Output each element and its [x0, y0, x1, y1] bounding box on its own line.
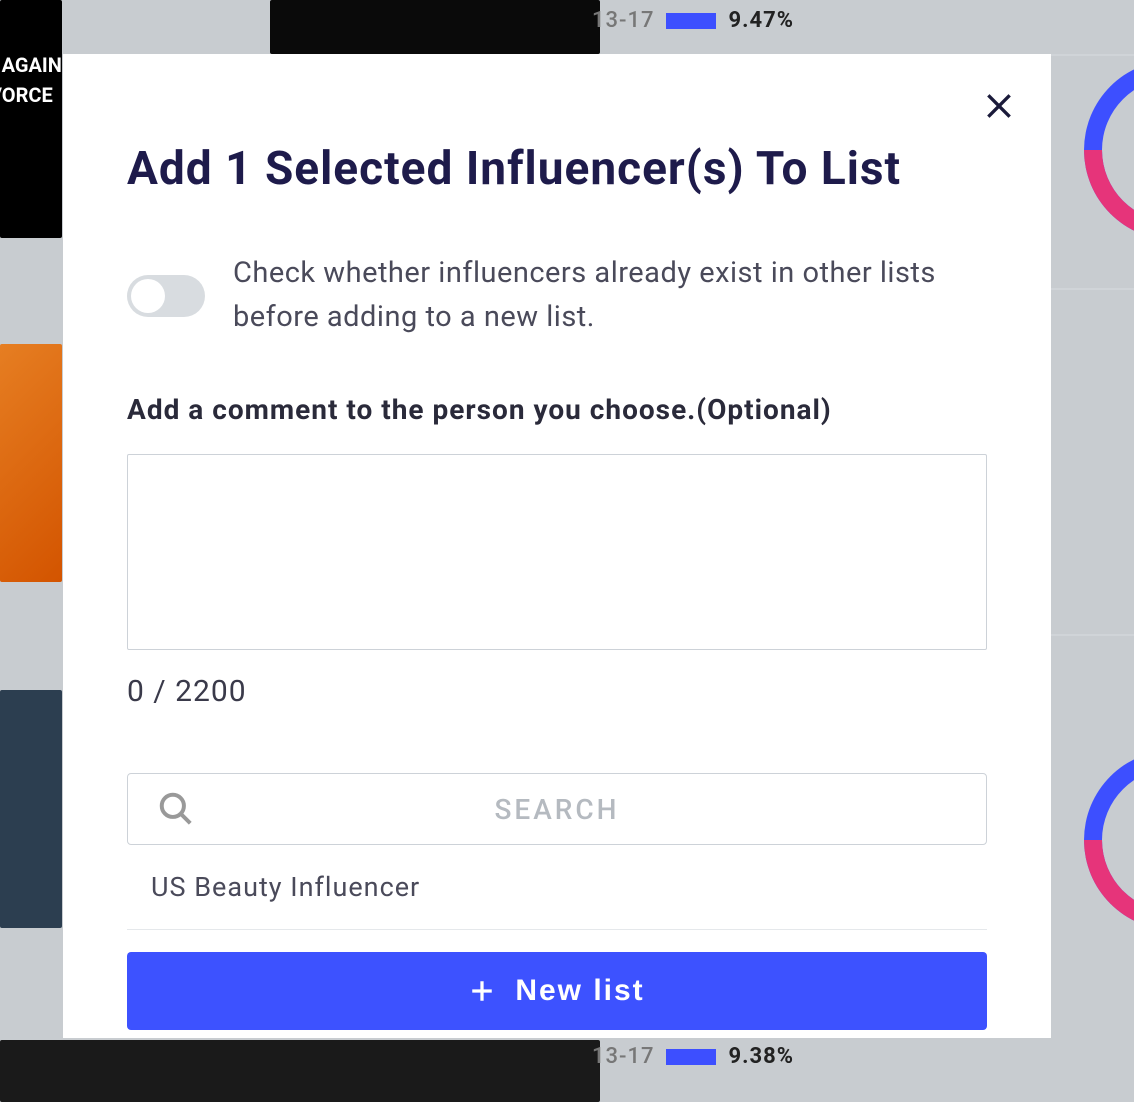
search-input[interactable] [127, 773, 987, 845]
list-option[interactable]: US Beauty Influencer [127, 845, 987, 930]
bar-segment [666, 1049, 716, 1065]
duplicate-check-toggle[interactable] [127, 275, 205, 317]
duplicate-check-row: Check whether influencers already exist … [127, 252, 987, 339]
search-wrapper [127, 773, 987, 845]
new-list-label: New list [515, 974, 644, 1008]
character-count: 0 / 2200 [127, 674, 987, 709]
age-range: 13-17 [592, 1044, 655, 1069]
toggle-knob [131, 279, 165, 313]
comment-textarea[interactable] [127, 454, 987, 650]
search-icon [157, 790, 195, 828]
comment-label: Add a comment to the person you choose.(… [127, 393, 987, 426]
modal-title: Add 1 Selected Influencer(s) To List [127, 142, 987, 196]
bg-video-thumbnail [0, 690, 62, 928]
age-range: 13-17 [592, 8, 655, 33]
bg-donut-chart [1084, 60, 1134, 240]
bg-video-thumbnail [270, 0, 600, 54]
bg-demographic-stat: 13-17 9.47% [592, 8, 794, 33]
bg-video-thumbnail [0, 344, 62, 582]
add-to-list-modal: Add 1 Selected Influencer(s) To List Che… [63, 54, 1051, 1038]
close-button[interactable] [975, 82, 1023, 130]
toggle-label: Check whether influencers already exist … [233, 252, 987, 339]
new-list-button[interactable]: New list [127, 952, 987, 1030]
bg-demographic-stat: 13-17 9.38% [592, 1044, 794, 1069]
percentage-value: 9.47% [728, 8, 794, 33]
bg-video-thumbnail [0, 1040, 600, 1102]
bg-donut-chart [1084, 750, 1134, 930]
percentage-value: 9.38% [728, 1044, 794, 1069]
plus-icon [469, 978, 495, 1004]
close-icon [983, 90, 1015, 122]
bg-video-thumbnail [0, 0, 62, 238]
bar-segment [666, 13, 716, 29]
